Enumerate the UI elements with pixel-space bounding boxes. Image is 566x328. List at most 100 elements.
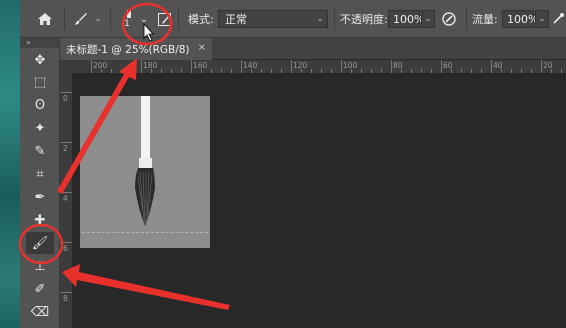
opacity-input[interactable]: 100% xyxy=(388,10,424,28)
clone-stamp-tool[interactable]: ⊥ xyxy=(26,255,54,277)
ruler-tick xyxy=(391,60,392,73)
ruler-minor-tick xyxy=(381,69,382,73)
ruler-tick xyxy=(60,92,72,93)
move-tool[interactable]: ✥ xyxy=(26,49,54,71)
mode-select[interactable]: 正常 ⌄ xyxy=(218,10,328,28)
marquee-tool[interactable]: ⬚ xyxy=(26,71,54,93)
ruler-tick xyxy=(60,142,72,143)
ruler-tick xyxy=(241,60,242,73)
chevron-down-icon: ⌄ xyxy=(316,14,324,24)
separator xyxy=(110,8,111,30)
ruler-minor-tick xyxy=(211,69,212,73)
ruler-minor-tick xyxy=(151,69,152,73)
ruler-minor-tick xyxy=(481,69,482,73)
ruler-minor-tick xyxy=(221,69,222,73)
document-tab-title: 未标题-1 @ 25%(RGB/8) xyxy=(66,43,190,56)
collapse-panel-button[interactable]: » xyxy=(20,38,59,48)
vertical-ruler[interactable]: 0 2 4 6 8 xyxy=(60,74,73,328)
ruler-minor-tick xyxy=(281,69,282,73)
ruler-minor-tick xyxy=(461,69,462,73)
separator xyxy=(466,8,467,30)
ruler-tick xyxy=(341,60,342,73)
document-tab[interactable]: 未标题-1 @ 25%(RGB/8) × xyxy=(60,38,212,60)
options-bar: ⌄ 1 ⌄ 模式: 正常 ⌄ 不透明度: 100% ⌄ 流量: 100% ⌄ xyxy=(20,0,566,38)
ruler-minor-tick xyxy=(321,69,322,73)
ruler-minor-tick xyxy=(311,69,312,73)
document-canvas[interactable] xyxy=(80,96,210,248)
ruler-minor-tick xyxy=(251,69,252,73)
lasso-tool[interactable]: ʘ xyxy=(26,94,54,116)
ruler-minor-tick xyxy=(531,69,532,73)
ruler-minor-tick xyxy=(161,69,162,73)
desktop-background xyxy=(0,0,20,328)
ruler-minor-tick xyxy=(351,69,352,73)
brush-size-value: 1 xyxy=(124,18,130,29)
brush-settings-panel-icon[interactable] xyxy=(156,0,172,38)
ruler-minor-tick xyxy=(301,69,302,73)
ruler-origin[interactable] xyxy=(60,60,73,74)
home-icon[interactable] xyxy=(34,0,56,38)
ruler-tick xyxy=(441,60,442,73)
healing-brush-tool[interactable]: ✚ xyxy=(26,209,54,231)
ruler-minor-tick xyxy=(131,69,132,73)
magic-wand-tool[interactable]: ✦ xyxy=(26,117,54,139)
tools-panel: » ✥ ⬚ ʘ ✦ ✎ ⌗ ✒ ✚ 🖌 ⊥ ✐ ⌫ xyxy=(20,38,60,328)
ruler-tick-label: 0 xyxy=(63,94,68,103)
pressure-opacity-icon[interactable] xyxy=(440,0,458,38)
ruler-minor-tick xyxy=(231,69,232,73)
ruler-minor-tick xyxy=(561,69,562,73)
ruler-minor-tick xyxy=(361,69,362,73)
document-tab-strip: 未标题-1 @ 25%(RGB/8) × xyxy=(60,38,566,60)
ruler-minor-tick xyxy=(111,69,112,73)
ruler-tick xyxy=(191,60,192,73)
ruler-minor-tick xyxy=(411,69,412,73)
ruler-tick-label: 6 xyxy=(63,244,68,253)
brush-size-chevron-icon[interactable]: ⌄ xyxy=(138,0,150,38)
ruler-minor-tick xyxy=(451,69,452,73)
brush-size-picker[interactable]: 1 xyxy=(118,0,136,38)
flow-input[interactable]: 100% xyxy=(502,10,538,28)
brush-icon[interactable] xyxy=(70,0,92,38)
ruler-minor-tick xyxy=(511,69,512,73)
ruler-tick xyxy=(291,60,292,73)
flow-dropdown-icon[interactable]: ⌄ xyxy=(535,10,549,28)
quick-selection-tool[interactable]: ✎ xyxy=(26,140,54,162)
airbrush-icon[interactable] xyxy=(550,0,566,38)
ruler-minor-tick xyxy=(501,69,502,73)
opacity-label: 不透明度: xyxy=(340,13,388,26)
ruler-minor-tick xyxy=(171,69,172,73)
history-brush-tool[interactable]: ✐ xyxy=(26,278,54,300)
ruler-minor-tick xyxy=(431,69,432,73)
close-icon[interactable]: × xyxy=(198,42,206,53)
ruler-minor-tick xyxy=(371,69,372,73)
ruler-tick-label: 4 xyxy=(63,194,68,203)
brush-preset-chevron-icon[interactable]: ⌄ xyxy=(92,0,104,38)
ruler-tick xyxy=(491,60,492,73)
opacity-control: 100% ⌄ xyxy=(388,0,435,38)
opacity-dropdown-icon[interactable]: ⌄ xyxy=(421,10,435,28)
ruler-tick xyxy=(60,192,72,193)
brush-tool[interactable]: 🖌 xyxy=(26,232,54,254)
eraser-tool[interactable]: ⌫ xyxy=(26,301,54,323)
separator xyxy=(178,8,179,30)
ruler-minor-tick xyxy=(201,69,202,73)
mode-select-wrap: 正常 ⌄ xyxy=(218,0,328,38)
guide-dashed-line xyxy=(82,232,208,233)
ruler-minor-tick xyxy=(261,69,262,73)
ruler-minor-tick xyxy=(471,69,472,73)
brush-tip-icon xyxy=(126,9,131,18)
ruler-minor-tick xyxy=(271,69,272,73)
brush-drawing xyxy=(135,96,155,226)
ruler-minor-tick xyxy=(401,69,402,73)
eyedropper-tool[interactable]: ✒ xyxy=(26,186,54,208)
horizontal-ruler[interactable]: 200 180 160 140 120 100 80 60 40 20 xyxy=(73,60,566,74)
mode-label: 模式: xyxy=(188,13,214,26)
ruler-tick-label: 2 xyxy=(63,144,68,153)
ruler-tick xyxy=(541,60,542,73)
separator xyxy=(334,8,335,30)
ruler-minor-tick xyxy=(181,69,182,73)
ruler-minor-tick xyxy=(331,69,332,73)
ruler-tick xyxy=(141,60,142,73)
crop-tool[interactable]: ⌗ xyxy=(26,163,54,185)
ruler-tick xyxy=(60,242,72,243)
